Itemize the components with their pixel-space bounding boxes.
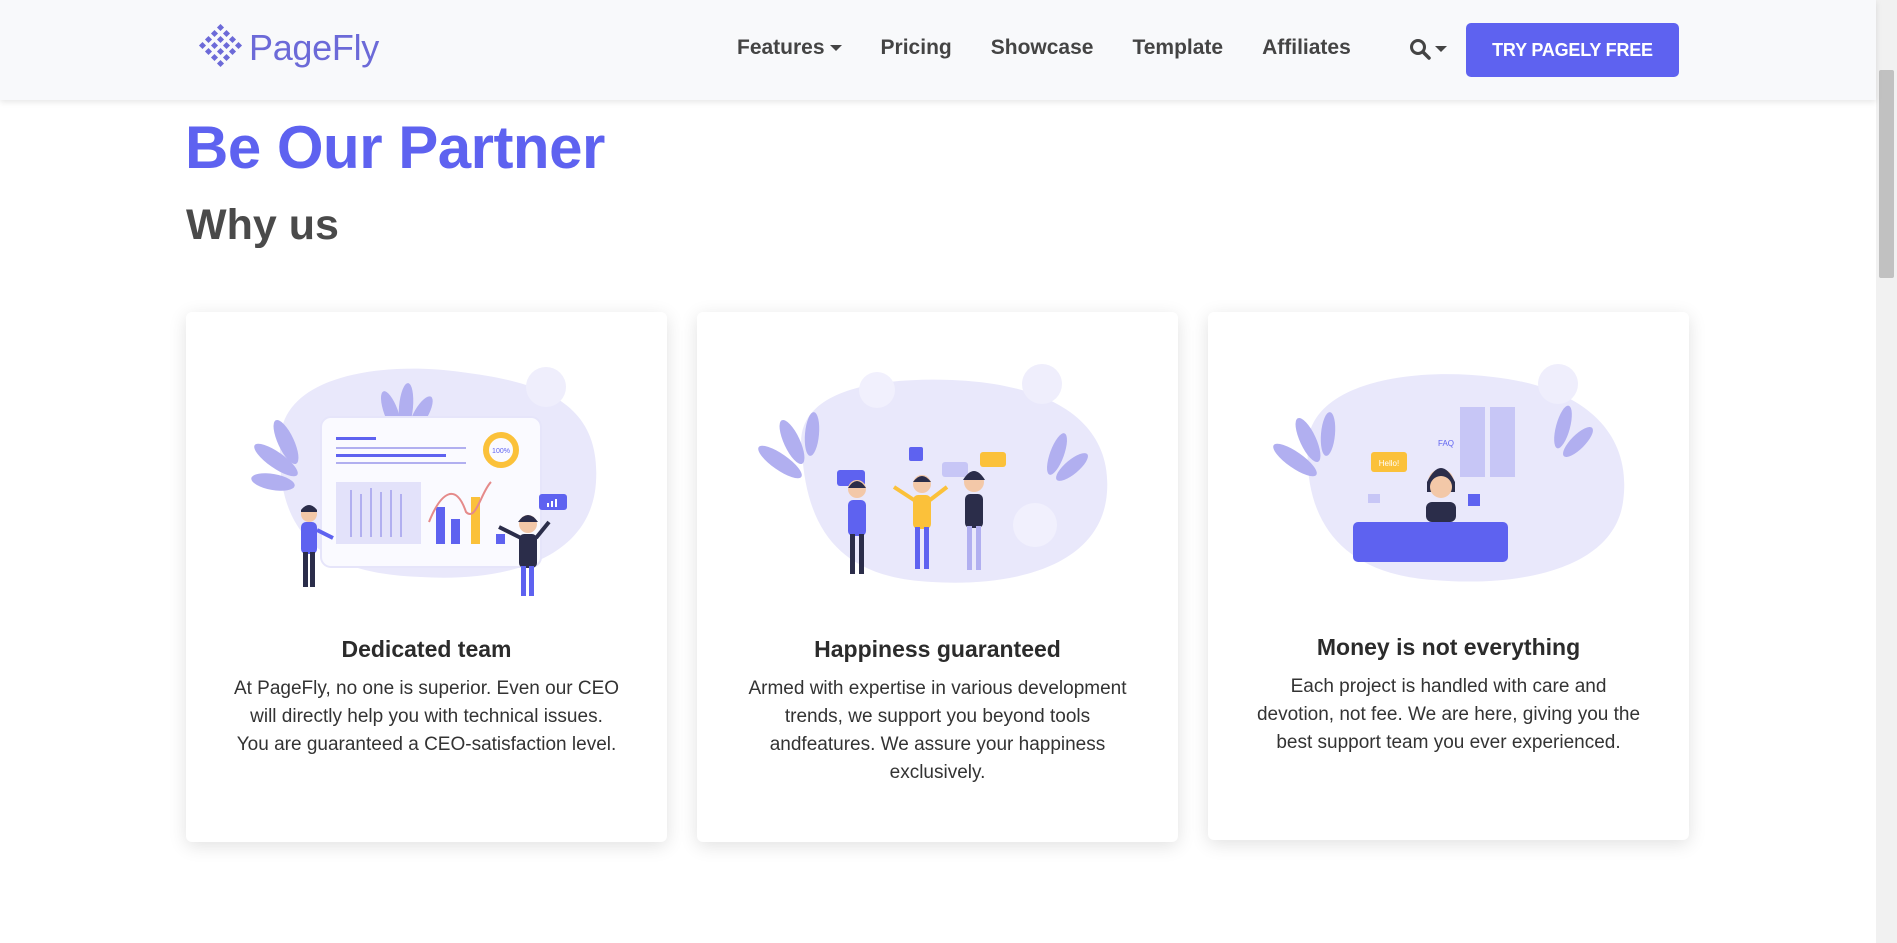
team-dashboard-illustration: 100% [251,367,597,596]
nav-item-label: Pricing [880,36,952,59]
card-title: Money is not everything [1316,634,1581,660]
main-nav: Features Pricing Showcase Template Affil… [737,36,1390,60]
feature-card-happiness-guaranteed: Happiness guaranteed Armed with expertis… [697,312,1178,842]
nav-item-template[interactable]: Template [1132,36,1223,60]
nav-item-pricing[interactable]: Pricing [881,36,952,60]
support-agent-illustration: FAQ Hello! [1273,364,1625,582]
nav-item-label: Affiliates [1262,36,1351,59]
happy-team-illustration [758,364,1108,583]
illustration-faq-label: FAQ [1438,439,1454,448]
caret-down-icon [829,45,842,51]
card-description: Armed with expertise in various developm… [748,678,1127,783]
card-description: Each project is handled with care and de… [1256,676,1641,753]
feature-card-money-not-everything: FAQ Hello! Money is not everything Each … [1208,312,1689,840]
illustration-hello-label: Hello! [1379,459,1399,468]
feature-card-dedicated-team: 100% Dedicated team At PageFly, no one i… [186,312,667,842]
top-navbar: PageFly Features Pricing Showcase Templa… [0,0,1876,100]
brand-logo[interactable]: PageFly [197,24,379,72]
brand-name: PageFly [249,27,379,68]
nav-item-label: Template [1132,36,1224,59]
nav-item-label: Showcase [990,36,1094,59]
try-pagefly-free-button[interactable]: TRY PAGELY FREE [1466,23,1679,77]
card-description: At PageFly, no one is superior. Even our… [233,678,620,755]
search-toggle[interactable] [1409,38,1447,60]
card-title: Dedicated team [341,636,512,662]
page-scrollbar[interactable] [1876,0,1897,943]
pagefly-logo-icon [198,24,243,68]
caret-down-icon [1435,46,1447,52]
nav-item-features[interactable]: Features [737,36,842,60]
nav-item-affiliates[interactable]: Affiliates [1262,36,1351,60]
card-title: Happiness guaranteed [814,636,1061,662]
search-icon [1410,39,1431,60]
nav-item-label: Features [737,36,825,59]
illustration-percent-label: 100% [492,448,510,455]
nav-item-showcase[interactable]: Showcase [991,36,1094,60]
section-title: Why us [186,201,339,249]
page-title: Be Our Partner [185,114,605,181]
scrollbar-thumb[interactable] [1879,70,1894,278]
